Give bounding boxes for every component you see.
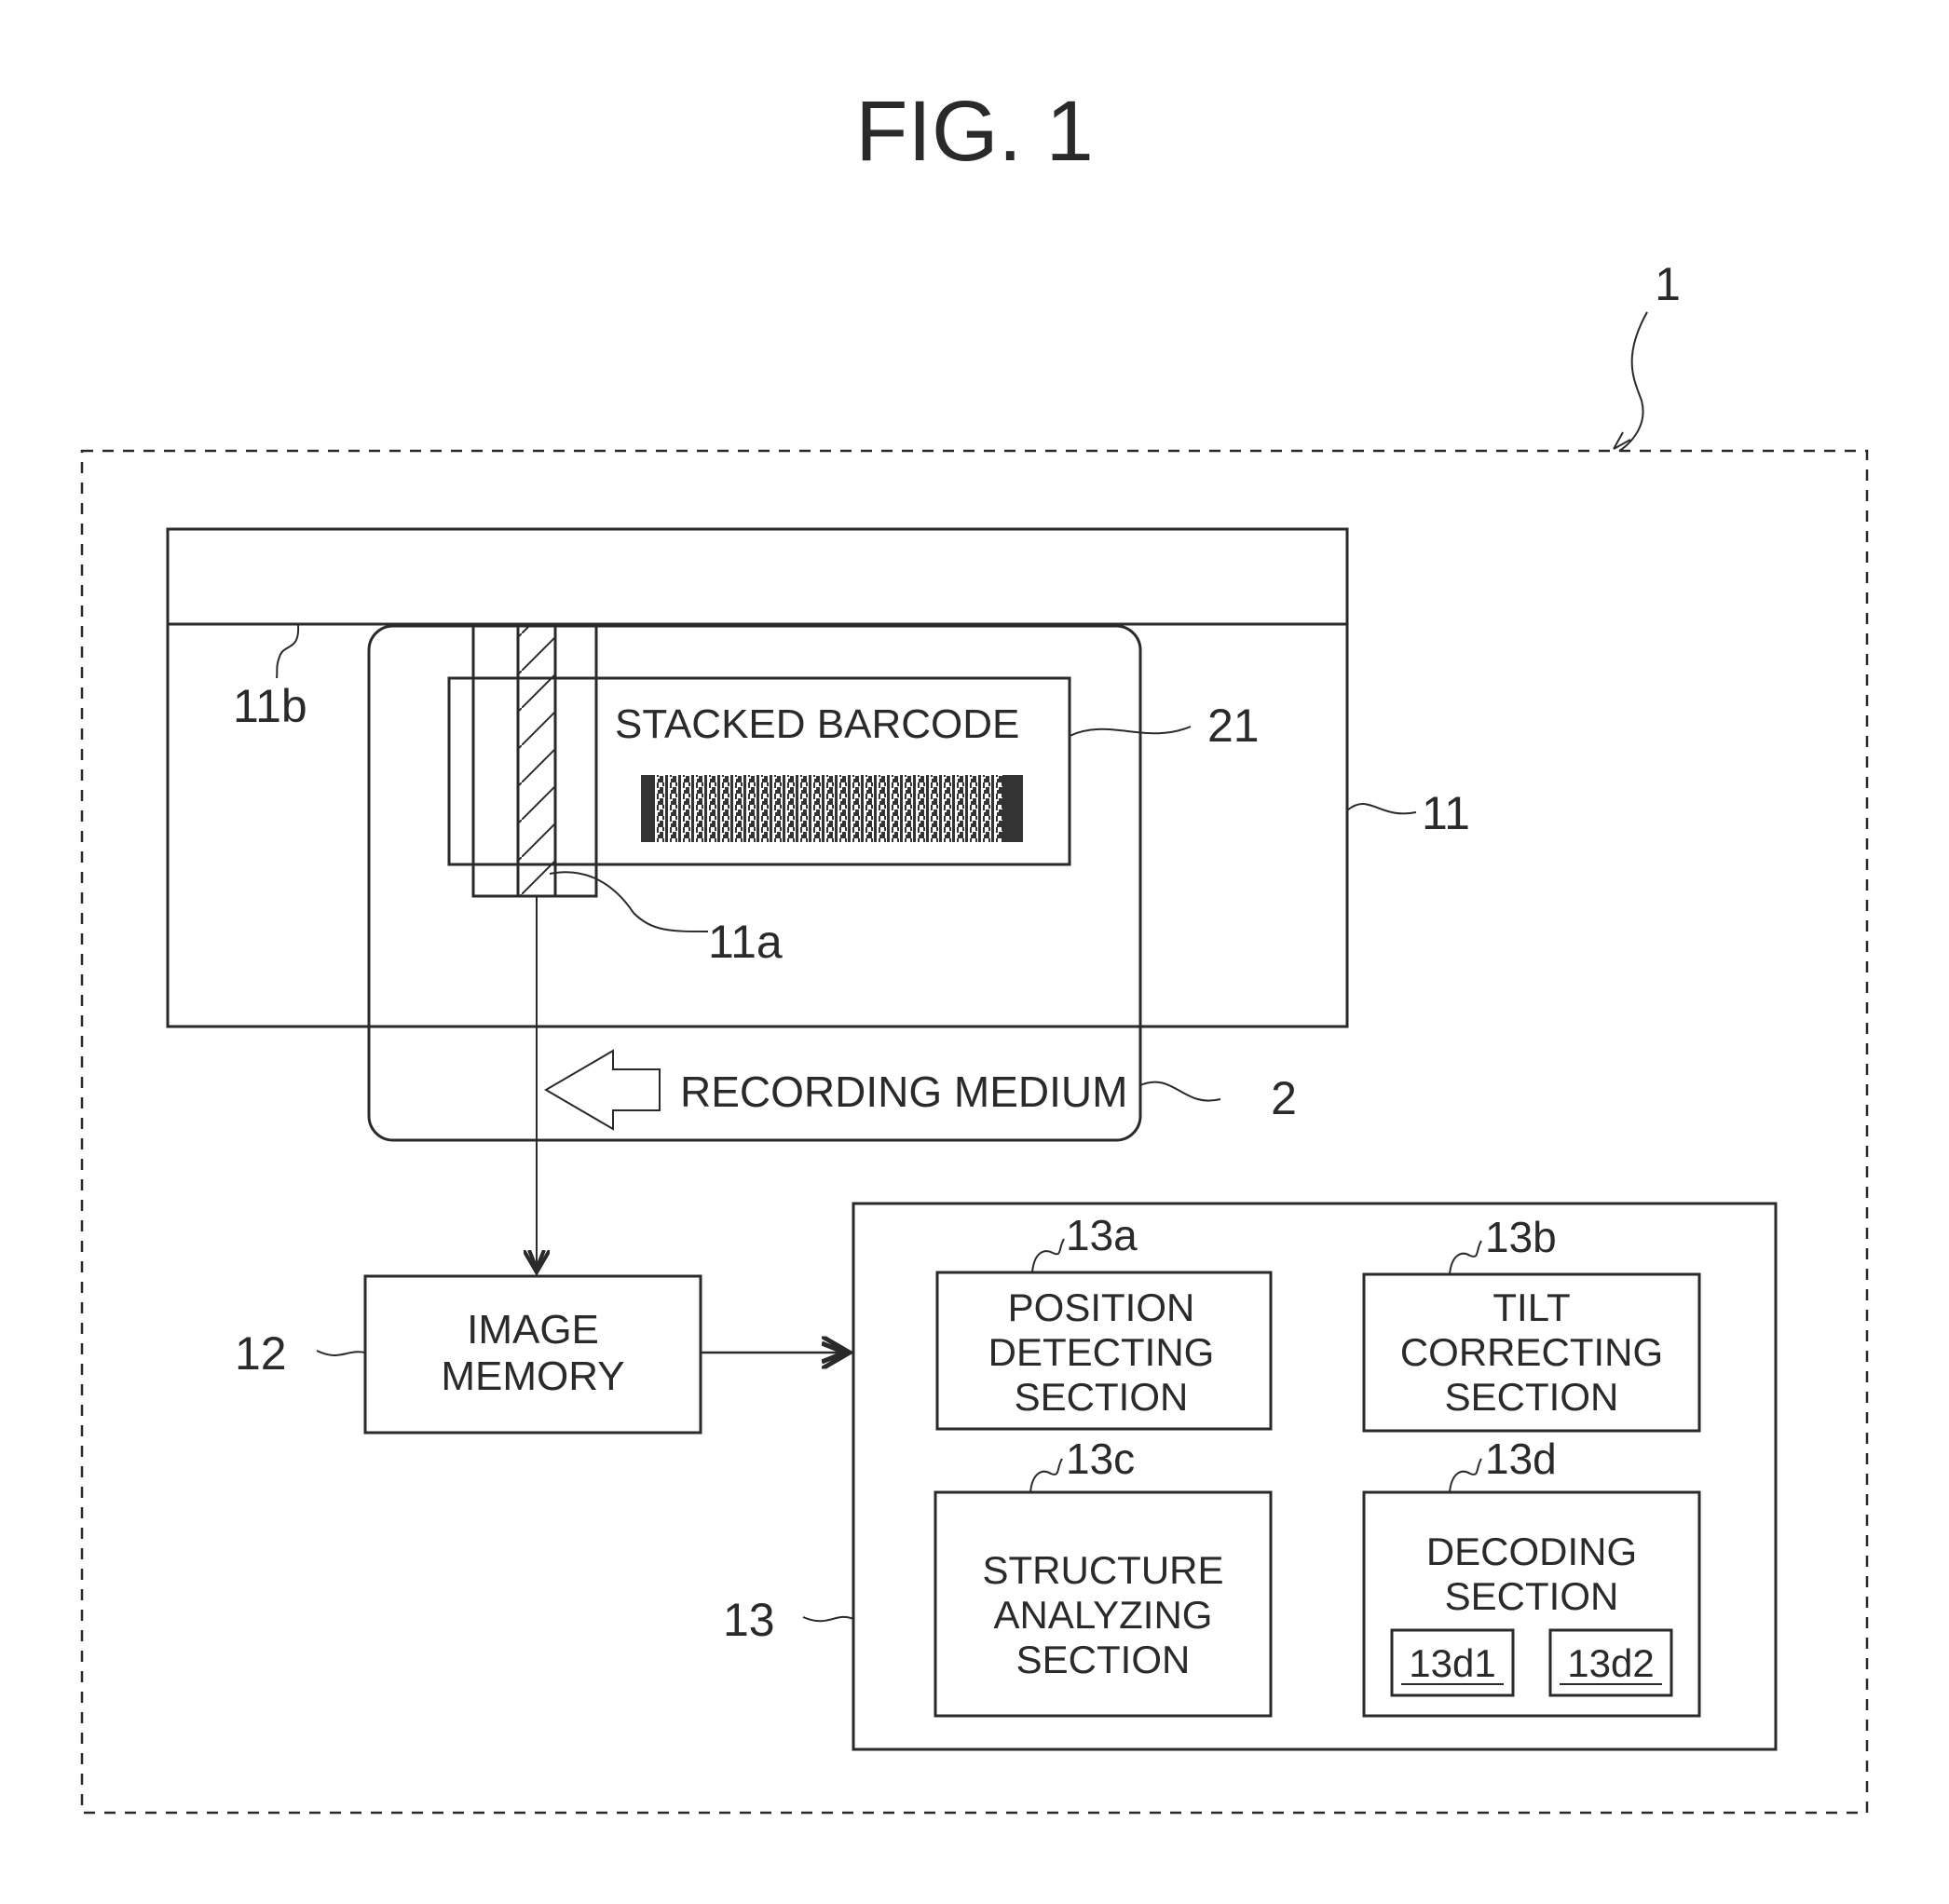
image-memory-line-1: IMAGE — [467, 1307, 599, 1353]
section-13d-leader — [1449, 1458, 1482, 1493]
section-13a-line-1: POSITION — [1008, 1285, 1195, 1329]
section-13b-line-2: CORRECTING — [1400, 1330, 1663, 1374]
image-memory-ref: 12 — [235, 1327, 287, 1380]
scanner-leader — [1346, 803, 1417, 815]
section-13c-ref: 13c — [1066, 1435, 1135, 1483]
sensor-leader — [549, 871, 709, 932]
image-memory-line-2: MEMORY — [441, 1353, 624, 1399]
sensor-ref: 11a — [708, 916, 783, 968]
guide-leader — [276, 623, 300, 679]
arrow-left-icon — [544, 1049, 661, 1131]
block-diagram: FIG. 1 1 11 11b 2 RECORDING MEDIUM STACK… — [80, 84, 1869, 1815]
section-13b-ref: 13b — [1485, 1213, 1557, 1261]
device-ref: 1 — [1655, 258, 1681, 310]
image-memory-leader — [316, 1350, 366, 1356]
barcode-leader — [1069, 726, 1192, 737]
barcode-title: STACKED BARCODE — [615, 701, 1019, 747]
figure-title: FIG. 1 — [855, 84, 1094, 179]
barcode-ref: 21 — [1207, 700, 1260, 752]
section-13c-line-3: SECTION — [1016, 1638, 1191, 1681]
section-13c-line-2: ANALYZING — [994, 1593, 1213, 1637]
subunit-13d2-label: 13d2 — [1567, 1641, 1654, 1685]
subunit-13d1-label: 13d1 — [1409, 1641, 1495, 1685]
sensor-element — [516, 624, 557, 898]
medium-leader — [1139, 1081, 1221, 1102]
barcode-guard-left — [641, 775, 654, 842]
section-13b-leader — [1449, 1240, 1482, 1275]
section-13d-line-2: SECTION — [1445, 1574, 1619, 1618]
section-13a-line-3: SECTION — [1015, 1375, 1189, 1419]
device-leader — [1618, 311, 1648, 452]
section-13b-line-1: TILT — [1492, 1285, 1570, 1329]
section-13a-line-2: DETECTING — [988, 1330, 1215, 1374]
guide-ref: 11b — [233, 680, 307, 732]
medium-ref: 2 — [1271, 1072, 1297, 1124]
section-13c-line-1: STRUCTURE — [983, 1548, 1224, 1592]
processor-ref: 13 — [723, 1594, 775, 1646]
section-13d-ref: 13d — [1485, 1435, 1557, 1483]
section-13a-leader — [1031, 1238, 1065, 1273]
stacked-barcode-graphic — [641, 775, 1023, 842]
section-13b-line-3: SECTION — [1445, 1375, 1619, 1419]
barcode-guard-right — [1002, 775, 1023, 842]
section-13d-line-1: DECODING — [1426, 1530, 1637, 1573]
section-13c-leader — [1029, 1458, 1063, 1493]
scanner-ref: 11 — [1422, 787, 1470, 839]
section-13a-ref: 13a — [1066, 1211, 1138, 1259]
device-leader-arrowhead — [1613, 431, 1631, 450]
medium-label: RECORDING MEDIUM — [680, 1068, 1127, 1116]
processor-leader — [802, 1615, 854, 1623]
